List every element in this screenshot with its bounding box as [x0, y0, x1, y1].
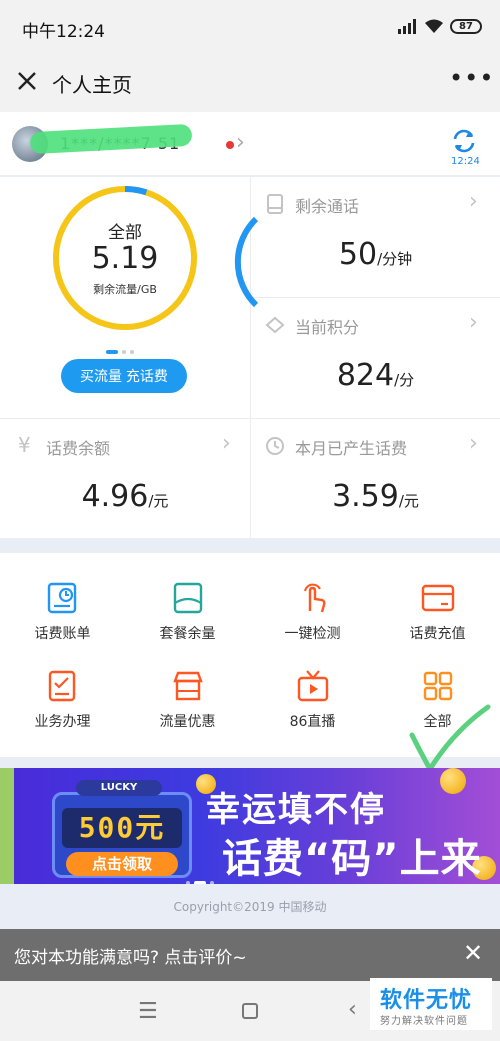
- yen-icon: ¥: [18, 433, 31, 457]
- points-value: 824: [336, 358, 395, 393]
- shortcut-bill[interactable]: 话费账单: [0, 581, 125, 643]
- more-menu-button[interactable]: •••: [449, 64, 494, 92]
- shortcut-label: 话费账单: [34, 626, 91, 642]
- touch-icon: [303, 583, 325, 613]
- nav-bar: 个人主页 •••: [0, 56, 500, 112]
- home-button[interactable]: [242, 1003, 258, 1019]
- shortcut-data-offers[interactable]: 流量优惠: [125, 669, 250, 731]
- carousel-dot: [106, 349, 118, 354]
- carousel-dot: [122, 349, 126, 354]
- banner-edge: [0, 768, 14, 884]
- bill-icon: [47, 582, 76, 614]
- card-value: 824/分: [251, 358, 500, 393]
- phone-icon: [267, 194, 283, 214]
- shortcut-label: 流量优惠: [159, 714, 216, 730]
- banner-slogan-line1: 幸运填不停: [206, 790, 386, 830]
- monthly-unit: /元: [398, 492, 419, 510]
- shortcut-label: 86直播: [289, 714, 336, 730]
- back-button[interactable]: ‹: [348, 997, 357, 1022]
- diamond-icon: [265, 316, 285, 334]
- shortcut-grid: 话费账单 套餐余量 一键检测 话费充值 业务办理 流量优惠 86直播 全部: [0, 553, 500, 773]
- banner-dot: [194, 880, 206, 884]
- prize-amount: 500元: [62, 808, 182, 848]
- card-value: 3.59/元: [251, 479, 500, 514]
- status-time: 中午12:24: [22, 22, 105, 42]
- wifi-icon: [425, 19, 443, 33]
- status-bar: 中午12:24 87: [0, 0, 500, 56]
- watermark: 软件无忧 努力解决软件问题: [370, 978, 492, 1030]
- card-icon: [421, 584, 454, 612]
- shortcut-label: 一键检测: [284, 626, 341, 642]
- package-icon: [173, 582, 202, 614]
- shortcut-label: 话费充值: [409, 626, 466, 642]
- buy-data-recharge-button[interactable]: 买流量 充话费: [61, 359, 187, 393]
- shop-icon: [172, 671, 203, 701]
- banner-dots: [186, 872, 218, 884]
- card-value: 50/分钟: [251, 237, 500, 272]
- calls-unit: /分钟: [377, 250, 413, 268]
- shortcut-check[interactable]: 一键检测: [250, 581, 375, 643]
- points-unit: /分: [394, 371, 415, 389]
- banner-dot: [210, 880, 214, 884]
- tv-icon: [297, 670, 328, 702]
- chevron-right-icon: ›: [469, 431, 478, 456]
- remaining-calls-card[interactable]: 剩余通话 › 50/分钟: [251, 177, 500, 297]
- recent-apps-button[interactable]: ☰: [138, 999, 158, 1024]
- account-row[interactable]: 1***/****7 51 › 12:24: [0, 112, 500, 176]
- balance-value: 4.96: [81, 479, 149, 514]
- carousel-dot: [130, 349, 134, 354]
- data-ring-used-arc: [124, 186, 148, 196]
- clock-icon: [266, 437, 284, 455]
- monthly-charges-card[interactable]: 本月已产生话费 › 3.59/元: [251, 419, 500, 538]
- card-label: 话费余额: [46, 439, 111, 458]
- banner-slogan-line2: 话费“码”上来: [222, 836, 482, 882]
- data-ring-sublabel: 剩余流量/GB: [93, 283, 157, 296]
- monthly-value: 3.59: [332, 479, 399, 514]
- watermark-title: 软件无忧: [380, 988, 473, 1013]
- close-icon[interactable]: [14, 68, 40, 94]
- shortcut-package[interactable]: 套餐余量: [125, 581, 250, 643]
- balance-card[interactable]: ¥ 话费余额 › 4.96/元: [0, 419, 250, 538]
- shortcut-live[interactable]: 86直播: [250, 669, 375, 731]
- account-summary-grid: 全部 5.19 剩余流量/GB 买流量 充话费 剩余通话 › 50/分钟 当前积…: [0, 177, 500, 538]
- shortcut-label: 业务办理: [34, 714, 91, 730]
- chevron-right-icon: ›: [469, 189, 478, 214]
- points-card[interactable]: 当前积分 › 824/分: [251, 298, 500, 418]
- refresh-icon[interactable]: [449, 126, 479, 156]
- notification-dot: [226, 141, 234, 149]
- shortcut-business[interactable]: 业务办理: [0, 669, 125, 731]
- promo-banner[interactable]: LUCKY 500元 点击领取 幸运填不停 话费“码”上来: [0, 768, 500, 884]
- shortcut-label: 套餐余量: [159, 626, 216, 642]
- data-ring-value: 5.19: [91, 241, 159, 276]
- chevron-right-icon[interactable]: ›: [236, 130, 245, 155]
- chevron-right-icon: ›: [222, 431, 231, 456]
- form-icon: [48, 670, 75, 702]
- refresh-time: 12:24: [451, 156, 480, 167]
- card-label: 当前积分: [295, 318, 360, 337]
- coin-icon: [440, 768, 466, 794]
- banner-dot: [186, 880, 190, 884]
- card-label: 本月已产生话费: [295, 439, 408, 458]
- shortcut-recharge[interactable]: 话费充值: [375, 581, 500, 643]
- data-ring-label: 全部: [108, 223, 142, 243]
- carousel-dots: [106, 341, 138, 360]
- checkmark-annotation: [409, 704, 491, 773]
- chevron-right-icon: ›: [469, 310, 478, 335]
- copyright: Copyright©2019 中国移动: [173, 900, 327, 914]
- close-icon[interactable]: ✕: [463, 939, 483, 967]
- grid-icon: [423, 671, 452, 701]
- claim-button[interactable]: 点击领取: [66, 852, 178, 876]
- feedback-prompt[interactable]: 您对本功能满意吗? 点击评价~: [14, 943, 247, 968]
- calls-value: 50: [338, 237, 378, 272]
- signal-icon: [398, 19, 416, 34]
- balance-unit: /元: [148, 492, 169, 510]
- battery-level: 87: [459, 21, 473, 32]
- battery-icon: 87: [450, 19, 482, 34]
- card-value: 4.96/元: [0, 479, 250, 514]
- watermark-subtitle: 努力解决软件问题: [380, 1016, 468, 1027]
- lucky-badge: LUCKY: [76, 780, 162, 796]
- page-title: 个人主页: [52, 73, 132, 97]
- feedback-bar[interactable]: 您对本功能满意吗? 点击评价~ ✕: [0, 929, 500, 981]
- card-label: 剩余通话: [295, 197, 360, 216]
